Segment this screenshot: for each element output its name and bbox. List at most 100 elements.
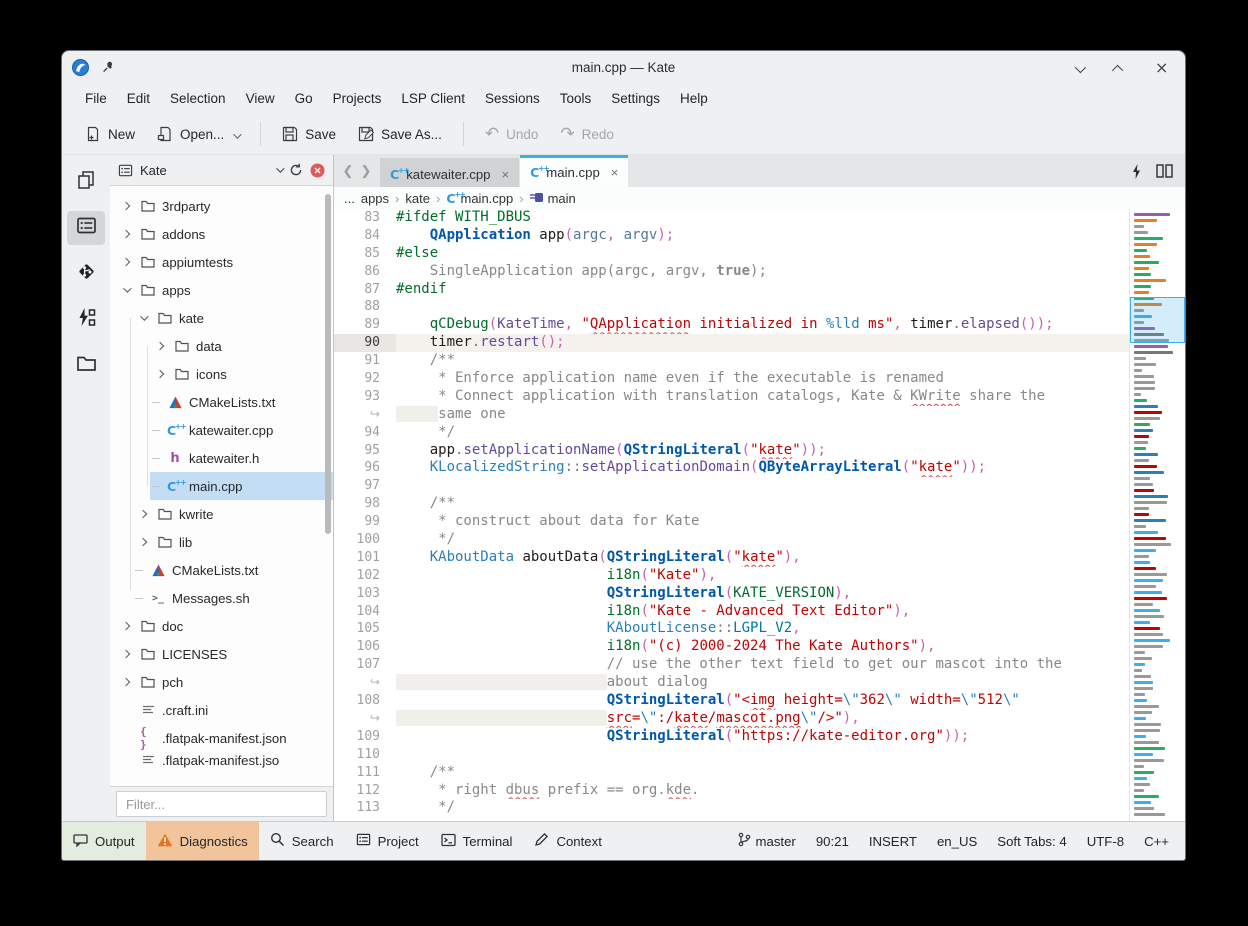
statusbar-terminal-button[interactable]: Terminal — [430, 822, 524, 860]
statusbar-context-button[interactable]: Context — [523, 822, 612, 860]
tree-item[interactable]: .craft.ini — [110, 696, 333, 724]
statusbar-search-button[interactable]: Search — [259, 822, 345, 860]
open-dropdown-chevron-icon[interactable] — [233, 127, 239, 142]
titlebar[interactable]: main.cpp — Kate × — [62, 51, 1185, 83]
dock-item-filesystem-folder[interactable] — [67, 349, 105, 383]
tab-back-icon[interactable]: ❮ — [340, 163, 356, 179]
menu-item-view[interactable]: View — [237, 87, 284, 110]
filter-input[interactable] — [116, 791, 327, 817]
tree-item[interactable]: appiumtests — [110, 248, 333, 276]
project-close-icon[interactable] — [310, 163, 325, 178]
statusbar-master[interactable]: master — [737, 832, 796, 850]
tab-katewaiter-cpp[interactable]: Ckatewaiter.cpp× — [380, 158, 519, 187]
breadcrumb-item[interactable]: kate — [405, 191, 430, 206]
statusbar-output-button[interactable]: Output — [62, 822, 146, 860]
statusbar-90-21[interactable]: 90:21 — [816, 834, 849, 849]
expander-collapsed-icon[interactable] — [118, 203, 134, 209]
tree-item[interactable]: kate — [110, 304, 333, 332]
minimap-viewport[interactable] — [1130, 297, 1185, 343]
menu-item-tools[interactable]: Tools — [551, 87, 601, 110]
tab-main-cpp[interactable]: Cmain.cpp× — [520, 155, 628, 187]
expander-expanded-icon[interactable] — [118, 287, 134, 293]
tree-item[interactable]: apps — [110, 276, 333, 304]
minimap-bar — [1134, 273, 1151, 276]
expander-collapsed-icon[interactable] — [118, 231, 134, 237]
tree-item[interactable]: Ckatewaiter.cpp — [110, 416, 333, 444]
tab-close-icon[interactable]: × — [502, 167, 510, 182]
menu-item-edit[interactable]: Edit — [118, 87, 159, 110]
tree-item[interactable]: lib — [110, 528, 333, 556]
expander-collapsed-icon[interactable] — [118, 623, 134, 629]
tree-item[interactable]: doc — [110, 612, 333, 640]
project-reload-icon[interactable] — [289, 163, 303, 177]
code-line: ↪ src=\":/kate/mascot.png\"/>"), — [334, 710, 1129, 728]
tree-item[interactable]: CMakeLists.txt — [110, 556, 333, 584]
tree-item[interactable]: CMakeLists.txt — [110, 388, 333, 416]
statusbar-en-us[interactable]: en_US — [937, 834, 977, 849]
maximize-button[interactable] — [1115, 60, 1129, 74]
tree-item[interactable]: >_Messages.sh — [110, 584, 333, 612]
minimize-button[interactable] — [1075, 60, 1089, 74]
minimap-bar — [1134, 603, 1153, 606]
statusbar-utf-8[interactable]: UTF-8 — [1087, 834, 1124, 849]
save-button[interactable]: Save — [273, 120, 345, 148]
menu-item-selection[interactable]: Selection — [161, 87, 235, 110]
tab-forward-icon[interactable]: ❯ — [358, 163, 374, 179]
expander-collapsed-icon[interactable] — [118, 651, 134, 657]
tree-item[interactable]: pch — [110, 668, 333, 696]
dock-item-project-list[interactable] — [67, 211, 105, 245]
menu-item-sessions[interactable]: Sessions — [476, 87, 549, 110]
statusbar-soft-tabs-4[interactable]: Soft Tabs: 4 — [997, 834, 1066, 849]
statusbar-insert[interactable]: INSERT — [869, 834, 917, 849]
menu-item-settings[interactable]: Settings — [602, 87, 669, 110]
new-button[interactable]: New — [76, 120, 144, 148]
dock-item-git[interactable] — [67, 257, 105, 291]
dock-item-tool-connections[interactable] — [67, 303, 105, 337]
toolbar-separator — [260, 122, 261, 146]
open-button[interactable]: Open... — [148, 120, 248, 148]
close-button[interactable]: × — [1155, 60, 1169, 74]
expander-collapsed-icon[interactable] — [152, 343, 168, 349]
tree-item[interactable]: { }.flatpak-manifest.json — [110, 724, 333, 752]
minimap-scrollbar[interactable] — [1129, 209, 1185, 821]
tree-item[interactable]: icons — [110, 360, 333, 388]
expander-expanded-icon[interactable] — [135, 315, 151, 321]
project-selector-chevron-icon[interactable] — [276, 167, 282, 173]
statusbar-c-[interactable]: C++ — [1144, 834, 1169, 849]
breadcrumb-item[interactable]: main — [530, 191, 576, 206]
code-area[interactable]: 83#ifdef WITH_DBUS84 QApplication app(ar… — [334, 209, 1129, 821]
expander-collapsed-icon[interactable] — [135, 539, 151, 545]
statusbar-project-button[interactable]: Project — [345, 822, 430, 860]
tree-item[interactable]: addons — [110, 220, 333, 248]
tree-item[interactable]: data — [110, 332, 333, 360]
minimap-bar — [1134, 651, 1145, 654]
breadcrumb-item[interactable]: apps — [361, 191, 389, 206]
expander-collapsed-icon[interactable] — [135, 511, 151, 517]
quick-open-bolt-icon[interactable] — [1131, 164, 1142, 179]
dock-item-documents[interactable] — [67, 165, 105, 199]
menu-item-projects[interactable]: Projects — [324, 87, 391, 110]
redo-button[interactable]: ↷ Redo — [551, 120, 623, 148]
save-as-button[interactable]: Save As... — [349, 120, 451, 148]
tab-close-icon[interactable]: × — [611, 165, 619, 180]
tree-item[interactable]: hkatewaiter.h — [110, 444, 333, 472]
tool-connections-icon — [76, 307, 97, 333]
breadcrumb-item[interactable]: Cmain.cpp — [446, 191, 513, 206]
menu-item-file[interactable]: File — [76, 87, 116, 110]
menu-item-help[interactable]: Help — [671, 87, 717, 110]
tree-scrollbar-thumb[interactable] — [325, 194, 331, 534]
undo-button[interactable]: ↶ Undo — [476, 120, 548, 148]
menu-item-go[interactable]: Go — [286, 87, 322, 110]
tree-item[interactable]: kwrite — [110, 500, 333, 528]
expander-collapsed-icon[interactable] — [118, 259, 134, 265]
expander-collapsed-icon[interactable] — [152, 371, 168, 377]
split-view-icon[interactable] — [1156, 164, 1173, 178]
statusbar-diagnostics-button[interactable]: Diagnostics — [146, 822, 259, 860]
breadcrumb-item[interactable]: ... — [344, 191, 355, 206]
tree-item[interactable]: Cmain.cpp — [110, 472, 333, 500]
tree-item[interactable]: 3rdparty — [110, 192, 333, 220]
tree-item[interactable]: .flatpak-manifest.jso — [110, 752, 333, 768]
menu-item-lsp-client[interactable]: LSP Client — [392, 87, 474, 110]
expander-collapsed-icon[interactable] — [118, 679, 134, 685]
tree-item[interactable]: LICENSES — [110, 640, 333, 668]
